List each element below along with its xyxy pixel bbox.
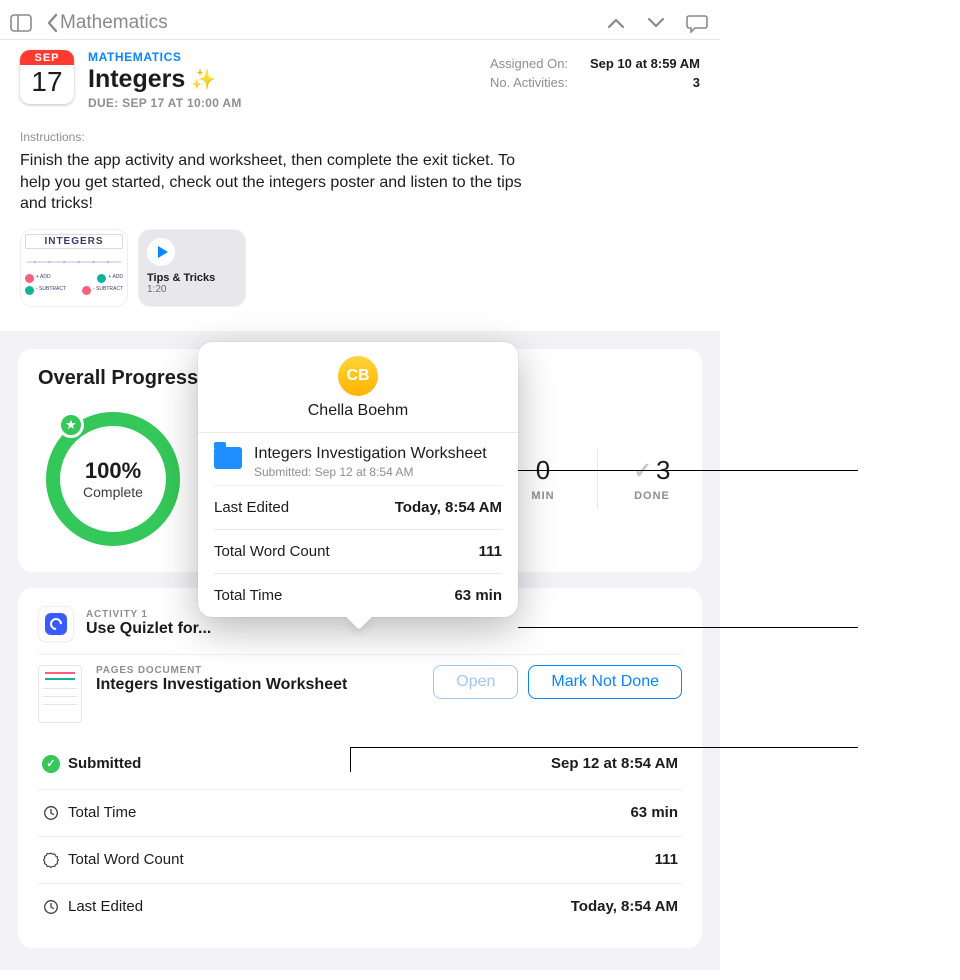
assigned-on-value: Sep 10 at 8:59 AM [590, 56, 700, 71]
calendar-month: SEP [20, 50, 74, 65]
total-time-label: Total Time [68, 804, 136, 821]
callout-line [518, 627, 858, 628]
row-word-count: Total Word Count 111 [38, 836, 682, 883]
avatar: CB [338, 356, 378, 396]
due-text: DUE: SEP 17 AT 10:00 AM [88, 96, 242, 110]
callout-line [350, 747, 351, 772]
activity-title: Use Quizlet for... [86, 620, 211, 638]
subject-label: MATHEMATICS [88, 50, 242, 64]
document-row: PAGES DOCUMENT Integers Investigation Wo… [38, 654, 682, 723]
stat-min: 0 MIN [513, 455, 573, 502]
num-activities-label: No. Activities: [490, 75, 568, 90]
assigned-on-label: Assigned On: [490, 56, 568, 71]
popover-row-total-time: Total Time 63 min [214, 574, 502, 617]
popover-document[interactable]: Integers Investigation Worksheet Submitt… [198, 433, 518, 485]
badge-icon [42, 851, 60, 869]
popover-words-value: 111 [479, 543, 502, 560]
poster-title: INTEGERS [25, 234, 123, 249]
folder-icon [214, 447, 242, 469]
chevron-up-icon[interactable] [606, 16, 626, 30]
clock-icon [42, 898, 60, 916]
popover-edited-value: Today, 8:54 AM [395, 499, 502, 516]
row-total-time: Total Time 63 min [38, 789, 682, 836]
submitted-label: Submitted [68, 755, 141, 772]
student-popover: CB Chella Boehm Integers Investigation W… [198, 342, 518, 617]
popover-doc-title: Integers Investigation Worksheet [254, 445, 487, 463]
document-kind: PAGES DOCUMENT [96, 665, 419, 676]
avatar-initials: CB [346, 367, 369, 385]
comment-icon[interactable] [686, 13, 708, 33]
assignment-title: Integers [88, 65, 185, 94]
word-count-label: Total Word Count [68, 851, 184, 868]
video-title: Tips & Tricks [147, 272, 237, 284]
clock-icon [42, 804, 60, 822]
student-name: Chella Boehm [208, 402, 508, 420]
video-duration: 1:20 [147, 284, 237, 295]
last-edited-value: Today, 8:54 AM [571, 898, 678, 915]
stat-done: ✓3 DONE [622, 455, 682, 502]
activity-card: ACTIVITY 1 Use Quizlet for... PAGES DOCU… [18, 588, 702, 948]
total-time-value: 63 min [630, 804, 678, 821]
check-circle-icon: ✓ [42, 755, 60, 773]
popover-time-value: 63 min [454, 587, 502, 604]
attachments-row: INTEGERS + ADD+ ADD - SUBTRACT- SUBTRACT… [0, 215, 720, 325]
instructions-text: Finish the app activity and worksheet, t… [0, 150, 560, 215]
popover-edited-label: Last Edited [214, 499, 289, 516]
word-count-value: 111 [655, 851, 678, 868]
play-icon [147, 238, 175, 266]
mark-not-done-button[interactable]: Mark Not Done [528, 665, 682, 699]
popover-doc-subtitle: Submitted: Sep 12 at 8:54 AM [254, 465, 487, 479]
sparkles-icon: ✨ [191, 67, 216, 92]
instructions-label: Instructions: [0, 114, 720, 150]
progress-complete-label: Complete [83, 484, 143, 500]
back-button[interactable]: Mathematics [46, 12, 168, 34]
stat-divider [597, 449, 598, 509]
popover-words-label: Total Word Count [214, 543, 330, 560]
chevron-left-icon [46, 13, 58, 33]
stat-done-label: DONE [622, 490, 682, 502]
popover-row-word-count: Total Word Count 111 [214, 530, 502, 573]
activity-index-label: ACTIVITY 1 [86, 609, 211, 620]
navbar: Mathematics [0, 0, 720, 40]
progress-percent: 100% [85, 458, 141, 484]
document-thumbnail-icon [38, 665, 82, 723]
callout-line [350, 747, 858, 748]
open-button[interactable]: Open [433, 665, 518, 699]
document-title: Integers Investigation Worksheet [96, 676, 419, 694]
attachment-video[interactable]: Tips & Tricks 1:20 [138, 229, 246, 307]
popover-row-last-edited: Last Edited Today, 8:54 AM [214, 485, 502, 529]
stat-min-label: MIN [513, 490, 573, 502]
popover-time-label: Total Time [214, 587, 282, 604]
callout-line [518, 470, 858, 471]
last-edited-label: Last Edited [68, 898, 143, 915]
back-label: Mathematics [60, 12, 168, 34]
submitted-value: Sep 12 at 8:54 AM [551, 755, 678, 772]
activity-stats: ✓ Submitted Sep 12 at 8:54 AM Total Time… [38, 739, 682, 930]
chevron-down-icon[interactable] [646, 16, 666, 30]
sidebar-toggle-icon[interactable] [10, 14, 32, 32]
row-last-edited: Last Edited Today, 8:54 AM [38, 883, 682, 930]
quizlet-app-icon [38, 606, 74, 642]
num-activities-value: 3 [693, 75, 700, 90]
attachment-poster[interactable]: INTEGERS + ADD+ ADD - SUBTRACT- SUBTRACT [20, 229, 128, 307]
calendar-day: 17 [20, 65, 74, 99]
assignment-header: SEP 17 MATHEMATICS Integers ✨ DUE: SEP 1… [0, 40, 720, 114]
calendar-icon: SEP 17 [20, 50, 74, 104]
progress-ring: ★ 100% Complete [38, 404, 188, 554]
